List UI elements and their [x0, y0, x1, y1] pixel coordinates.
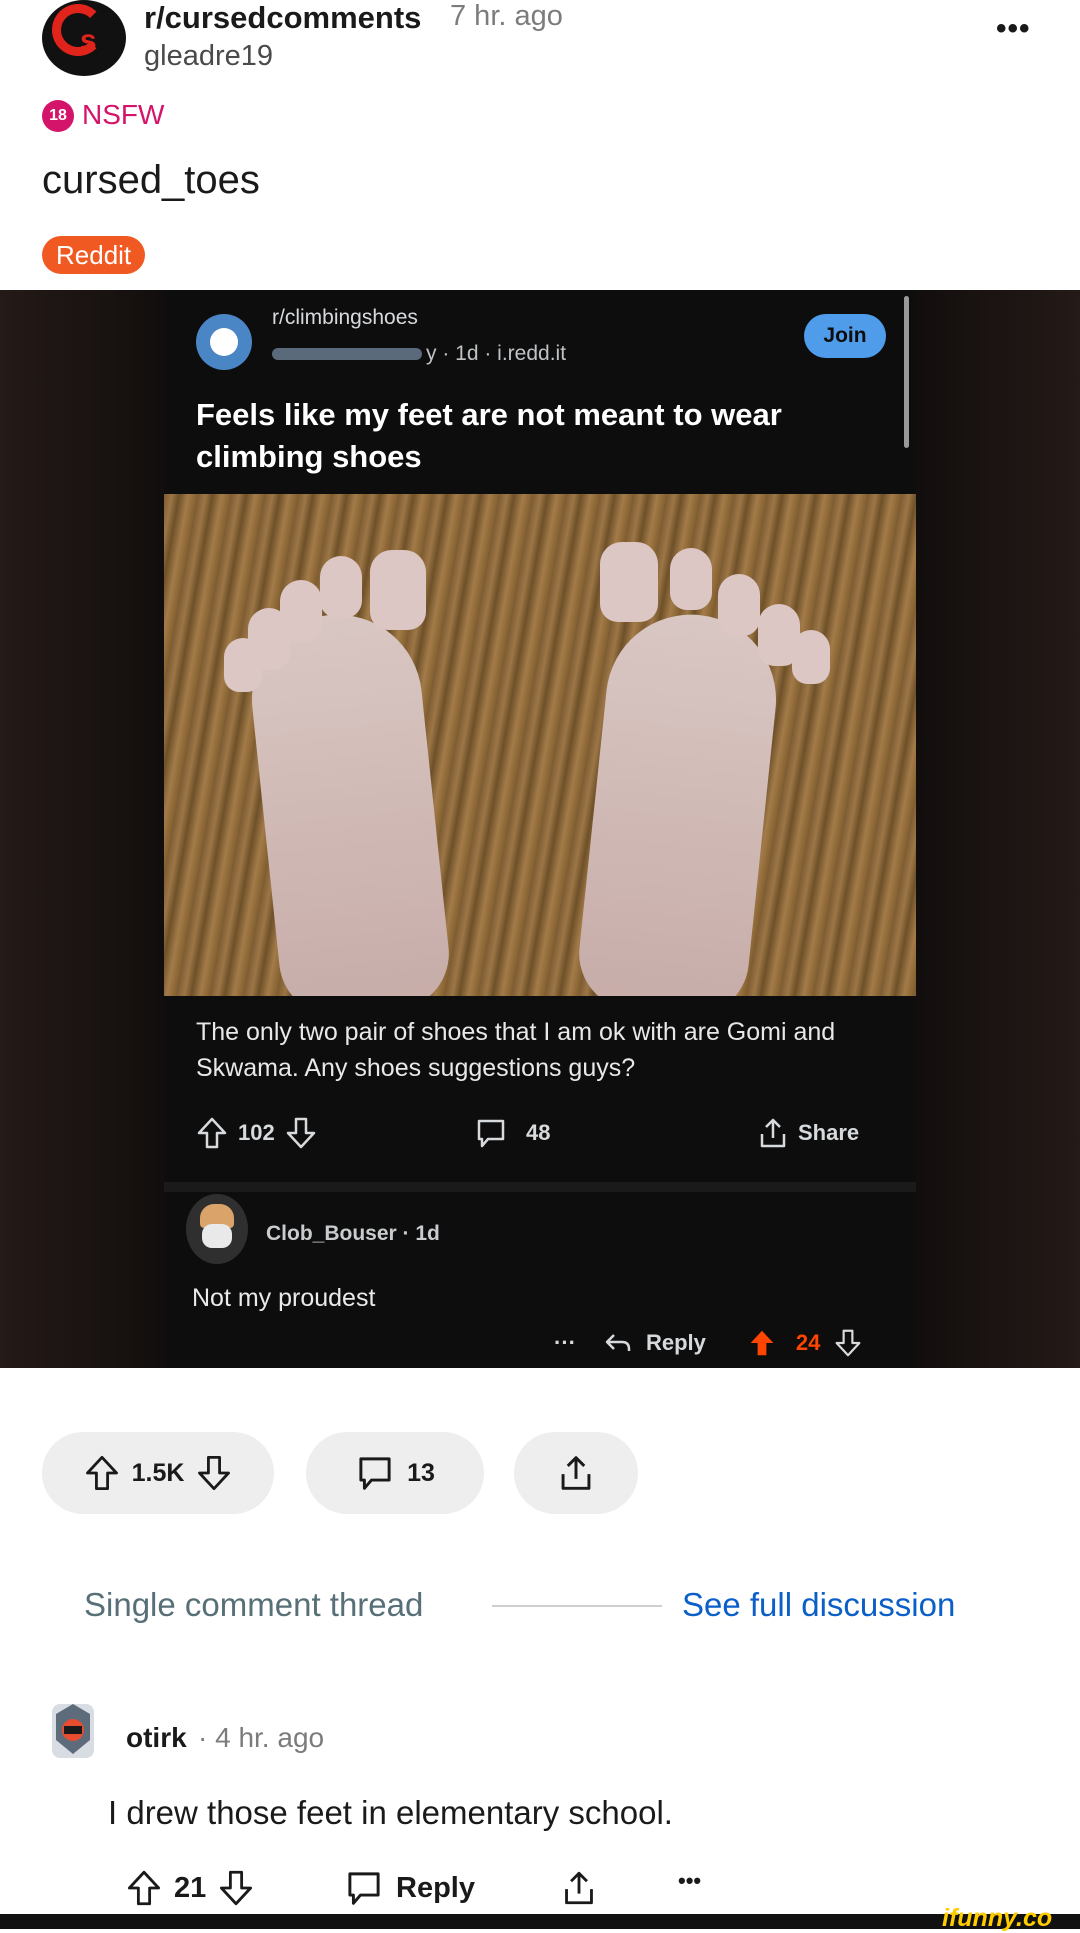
embed-comment-body: Not my proudest: [192, 1284, 376, 1312]
author-name[interactable]: gleadre19: [144, 40, 273, 73]
nsfw-icon: 18: [42, 100, 74, 132]
comment-icon: [359, 1457, 391, 1490]
upvote-icon[interactable]: [84, 1454, 120, 1492]
share-icon: [760, 1118, 786, 1148]
comment-icon: [348, 1872, 380, 1905]
subreddit-name[interactable]: r/cursedcomments: [144, 0, 421, 36]
blurred-username: [272, 348, 422, 361]
comment-body: I drew those feet in elementary school.: [108, 1794, 673, 1831]
embed-comments-group: 48: [474, 1116, 550, 1150]
post-image[interactable]: r/climbingshoes y · 1d · i.redd.it Join …: [0, 290, 1080, 1368]
commenter-name[interactable]: otirk: [126, 1722, 187, 1754]
downvote-icon[interactable]: [196, 1454, 232, 1492]
embed-vote-count: 102: [238, 1120, 275, 1145]
more-options-button[interactable]: •••: [996, 12, 1031, 46]
upvote-icon[interactable]: [126, 1868, 162, 1908]
join-button: Join: [804, 314, 886, 358]
image-blur-right: [916, 290, 1080, 1368]
embed-comment-reply: Reply: [645, 1330, 706, 1355]
post-title[interactable]: cursed_toes: [42, 158, 260, 203]
share-button[interactable]: [514, 1432, 638, 1514]
comment-count: 13: [407, 1458, 435, 1487]
embed-comment-count: 48: [526, 1120, 551, 1145]
subreddit-avatar[interactable]: s: [42, 0, 126, 76]
post-flair[interactable]: Reddit: [42, 236, 146, 274]
comment-more-button[interactable]: •••: [678, 1868, 701, 1894]
single-comment-thread-label: Single comment thread: [84, 1586, 424, 1623]
reply-icon: [605, 1334, 631, 1351]
comment-actions: 21 Reply •••: [126, 1868, 726, 1912]
divider: [164, 1182, 916, 1192]
upvote-icon: [197, 1117, 227, 1149]
embed-title: Feels like my feet are not meant to wear…: [196, 397, 782, 474]
downvote-icon: [835, 1329, 861, 1357]
comment-age: · 4 hr. ago: [198, 1722, 325, 1753]
scrollbar: [904, 296, 909, 448]
image-blur-left: [0, 290, 164, 1368]
post-age: 7 hr. ago: [450, 0, 563, 32]
vote-pill: 1.5K: [42, 1432, 274, 1514]
embed-share-label: Share: [798, 1120, 860, 1145]
see-full-discussion-link[interactable]: See full discussion: [682, 1586, 955, 1624]
reply-label: Reply: [396, 1871, 475, 1904]
comments-button[interactable]: 13: [306, 1432, 484, 1514]
embed-meta: y · 1d · i.redd.it: [272, 342, 566, 366]
comment-vote-group: 21: [126, 1868, 254, 1908]
downvote-icon[interactable]: [218, 1868, 254, 1908]
embedded-post-card: r/climbingshoes y · 1d · i.redd.it Join …: [164, 290, 916, 1368]
embed-comment-more: ···: [554, 1330, 576, 1355]
downvote-icon: [286, 1117, 315, 1149]
embed-body: The only two pair of shoes that I am ok …: [196, 1018, 836, 1082]
planet-icon: [196, 314, 252, 370]
bottom-bar: [0, 1914, 1080, 1929]
embed-actions: 102 48 Share: [196, 1116, 896, 1160]
comment-icon: [477, 1119, 505, 1148]
reply-button[interactable]: Reply: [344, 1868, 475, 1908]
embed-comment-user: Clob_Bouser · 1d: [266, 1222, 440, 1245]
share-icon: [561, 1456, 591, 1490]
comment-share-button[interactable]: [562, 1868, 596, 1908]
upvote-active-icon: [750, 1330, 774, 1356]
thread-divider: [492, 1605, 662, 1607]
commenter-avatar[interactable]: [46, 1700, 100, 1762]
vote-count: 1.5K: [131, 1458, 185, 1487]
comment-vote-count: 21: [174, 1871, 207, 1904]
embed-comment-actions: ··· Reply 24: [554, 1328, 862, 1358]
embed-comment-votes: 24: [795, 1330, 821, 1355]
embed-vote-group: 102: [196, 1116, 317, 1150]
share-icon: [565, 1871, 593, 1905]
embed-share-group: Share: [758, 1116, 859, 1150]
embed-subreddit: r/climbingshoes: [272, 306, 418, 329]
comment-avatar: [186, 1194, 248, 1264]
nsfw-label: NSFW: [82, 99, 165, 130]
feet-photo: [164, 494, 916, 996]
